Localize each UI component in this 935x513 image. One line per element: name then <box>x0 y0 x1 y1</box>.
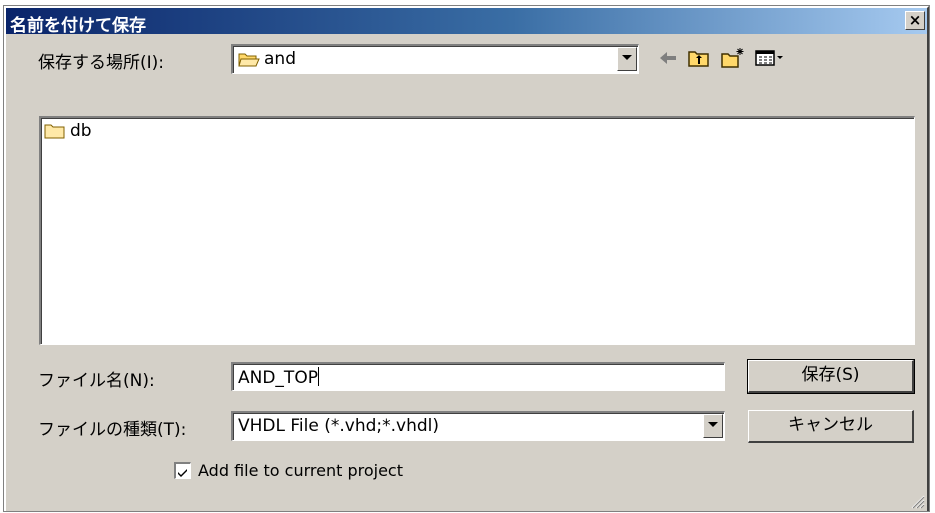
cancel-button[interactable]: キャンセル <box>748 410 914 443</box>
location-value: and <box>264 49 296 69</box>
close-icon: × <box>908 11 922 29</box>
filename-input[interactable]: AND_TOP <box>231 362 725 391</box>
open-folder-icon <box>238 51 260 72</box>
filetype-value: VHDL File (*.vhd;*.vhdl) <box>238 416 440 436</box>
new-folder-icon[interactable] <box>720 46 746 70</box>
view-menu-icon[interactable] <box>754 46 786 70</box>
filename-label: ファイル名(N): <box>38 371 155 391</box>
window-title: 名前を付けて保存 <box>10 16 146 36</box>
close-button[interactable]: × <box>905 11 925 30</box>
up-folder-icon[interactable] <box>686 46 712 70</box>
filename-value: AND_TOP <box>238 367 319 388</box>
save-button[interactable]: 保存(S) <box>747 359 915 394</box>
location-label: 保存する場所(I): <box>38 53 165 73</box>
add-to-project-checkbox[interactable] <box>174 462 191 479</box>
chevron-down-icon <box>622 55 632 60</box>
add-to-project-label[interactable]: Add file to current project <box>198 461 403 480</box>
filetype-select[interactable]: VHDL File (*.vhd;*.vhdl) <box>231 411 725 441</box>
folder-icon <box>44 122 66 144</box>
text-caret <box>317 367 319 386</box>
file-list[interactable]: db <box>39 116 915 345</box>
checkmark-icon <box>178 469 187 477</box>
filetype-label: ファイルの種類(T): <box>38 420 187 440</box>
resize-grip[interactable] <box>909 493 925 509</box>
list-item-label: db <box>70 121 92 141</box>
back-arrow-icon[interactable] <box>656 46 682 70</box>
save-as-dialog: 名前を付けて保存 × 保存する場所(I): and db ファイル名(N): A… <box>3 5 930 512</box>
location-dropdown-button[interactable] <box>617 47 637 71</box>
location-combo[interactable]: and <box>231 44 639 74</box>
chevron-down-icon <box>708 422 718 427</box>
filetype-dropdown-button[interactable] <box>703 414 723 438</box>
title-bar[interactable]: 名前を付けて保存 × <box>6 8 927 36</box>
filename-text: AND_TOP <box>238 368 318 388</box>
